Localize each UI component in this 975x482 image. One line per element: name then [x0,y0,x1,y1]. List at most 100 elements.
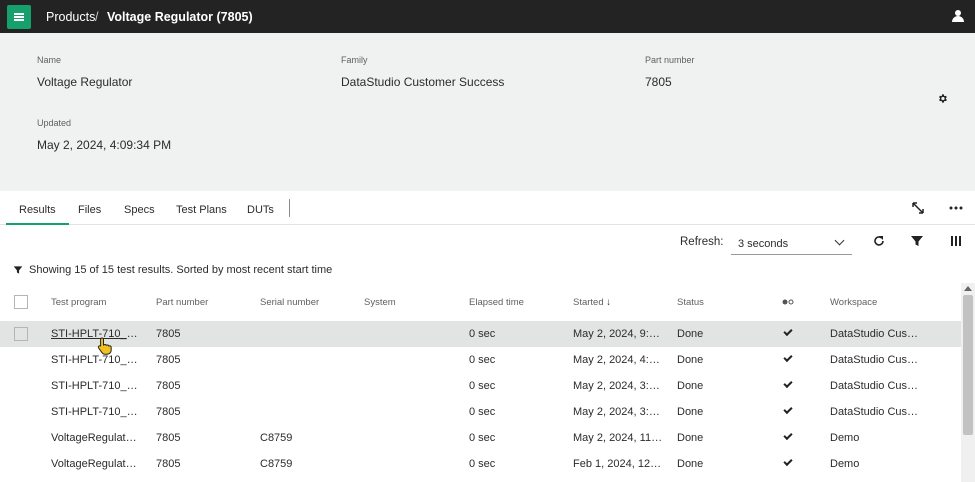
cell-elapsed-time: 0 sec [469,432,496,444]
row-checkbox[interactable] [14,327,28,341]
user-icon[interactable] [952,10,964,22]
table-row[interactable]: STI-HPLT-710_S… 7805 0 sec May 2, 2024, 3:3… [0,399,961,425]
select-all-checkbox[interactable] [14,295,28,309]
tab-files[interactable]: Files [78,204,101,216]
results-summary-text: Showing 15 of 15 test results. Sorted by… [29,264,333,276]
cell-started: May 2, 2024, 4:0… [573,354,663,366]
cell-part-number: 7805 [156,458,181,470]
cell-test-program[interactable]: STI-HPLT-710_S… [51,354,141,366]
cell-elapsed-time: 0 sec [469,328,496,340]
check-icon [783,378,793,389]
part-number-field: Part number 7805 [645,55,695,89]
gear-icon[interactable] [937,93,948,104]
cell-elapsed-time: 0 sec [469,380,496,392]
more-options-icon[interactable] [949,201,963,215]
cell-started: Feb 1, 2024, 12:… [573,458,663,470]
tab-specs[interactable]: Specs [124,204,155,216]
cell-status: Done [677,354,704,366]
name-label: Name [37,55,62,65]
part-number-value: 7805 [645,75,672,89]
cell-workspace: DataStudio Cus… [830,354,919,366]
column-header-started[interactable]: Started ↓ [573,297,611,308]
hand-pointer-cursor-icon [97,337,112,355]
cell-started: May 2, 2024, 11:… [573,432,663,444]
updated-field: Updated May 2, 2024, 4:09:34 PM [37,118,171,152]
cell-workspace: Demo [830,432,860,444]
table-row[interactable]: STI-HPLT-710_S… 7805 0 sec May 2, 2024, 9:2… [0,321,961,347]
cell-serial-number: C8759 [260,458,293,470]
cell-test-program[interactable]: STI-HPLT-710_S… [51,406,141,418]
table-header: Test program Part number Serial number S… [0,289,961,319]
check-icon [783,456,793,467]
name-field: Name Voltage Regulator [37,55,132,89]
family-label: Family [341,55,368,65]
family-field: Family DataStudio Customer Success [341,55,504,89]
sort-arrow-down-icon: ↓ [606,297,612,308]
breadcrumb-products[interactable]: Products [46,10,95,24]
tab-test-plans[interactable]: Test Plans [176,204,227,216]
family-value: DataStudio Customer Success [341,75,505,89]
cell-status: Done [677,328,704,340]
column-header-elapsed-time[interactable]: Elapsed time [469,297,524,308]
updated-label: Updated [37,118,72,128]
column-header-part-number[interactable]: Part number [156,297,208,308]
cell-elapsed-time: 0 sec [469,458,496,470]
column-header-system[interactable]: System [364,297,396,308]
updated-value: May 2, 2024, 4:09:34 PM [37,138,172,152]
table-row[interactable]: STI-HPLT-710_S… 7805 0 sec May 2, 2024, 4:0… [0,347,961,373]
hamburger-icon [14,13,24,21]
cell-test-program[interactable]: VoltageRegulat… [51,432,137,444]
column-header-test-program[interactable]: Test program [51,297,106,308]
columns-icon[interactable] [949,234,963,248]
filter-icon[interactable] [910,234,924,248]
hamburger-menu-button[interactable] [7,5,31,29]
column-header-serial-number[interactable]: Serial number [260,297,319,308]
cell-status: Done [677,380,704,392]
refresh-label: Refresh: [680,236,724,248]
cell-test-program[interactable]: STI-HPLT-710_S… [51,328,141,340]
cell-status: Done [677,458,704,470]
check-icon [783,326,793,337]
results-summary: Showing 15 of 15 test results. Sorted by… [13,264,332,276]
table-row[interactable]: STI-HPLT-710_S… 7805 0 sec May 2, 2024, 3:4… [0,373,961,399]
scroll-up-arrow-icon[interactable] [964,286,972,291]
filter-icon [13,266,23,274]
check-icon [783,430,793,441]
expand-icon[interactable] [911,201,925,215]
cell-workspace: DataStudio Cus… [830,406,919,418]
tab-results[interactable]: Results [6,204,69,225]
chevron-down-icon [834,235,845,246]
cell-elapsed-time: 0 sec [469,354,496,366]
column-header-started-label: Started [573,297,604,308]
cell-test-program[interactable]: VoltageRegulat… [51,458,137,470]
breadcrumb-current: Voltage Regulator (7805) [107,10,253,24]
check-icon [783,404,793,415]
table-row[interactable]: VoltageRegulat… 7805 C8759 0 sec May 2, 2024… [0,425,961,451]
status-indicator-column-icon[interactable] [782,299,794,305]
cell-workspace: DataStudio Cus… [830,328,919,340]
tab-divider [289,199,290,217]
results-toolbar: Refresh: 3 seconds [0,226,975,258]
breadcrumb-separator: / [95,10,99,24]
tab-bar: Results Files Specs Test Plans DUTs [0,193,975,225]
column-header-status[interactable]: Status [677,297,704,308]
tab-duts[interactable]: DUTs [247,204,274,216]
cell-status: Done [677,406,704,418]
cell-serial-number: C8759 [260,432,293,444]
cell-status: Done [677,432,704,444]
cell-test-program[interactable]: STI-HPLT-710_S… [51,380,141,392]
refresh-interval-select[interactable]: 3 seconds [731,229,852,255]
product-details-panel: Name Voltage Regulator Family DataStudio… [0,33,975,191]
cell-part-number: 7805 [156,328,181,340]
scroll-thumb[interactable] [963,295,973,435]
table-row[interactable]: VoltageRegulat… 7805 C8759 0 sec Feb 1, 2024… [0,451,961,477]
table-scrollbar[interactable] [961,283,975,482]
top-bar: Products / Voltage Regulator (7805) [0,0,975,33]
refresh-icon[interactable] [872,234,886,248]
cell-part-number: 7805 [156,354,181,366]
cell-workspace: Demo [830,458,860,470]
column-header-workspace[interactable]: Workspace [830,297,877,308]
cell-workspace: DataStudio Cus… [830,380,919,392]
cell-started: May 2, 2024, 9:2… [573,328,663,340]
cell-part-number: 7805 [156,380,181,392]
